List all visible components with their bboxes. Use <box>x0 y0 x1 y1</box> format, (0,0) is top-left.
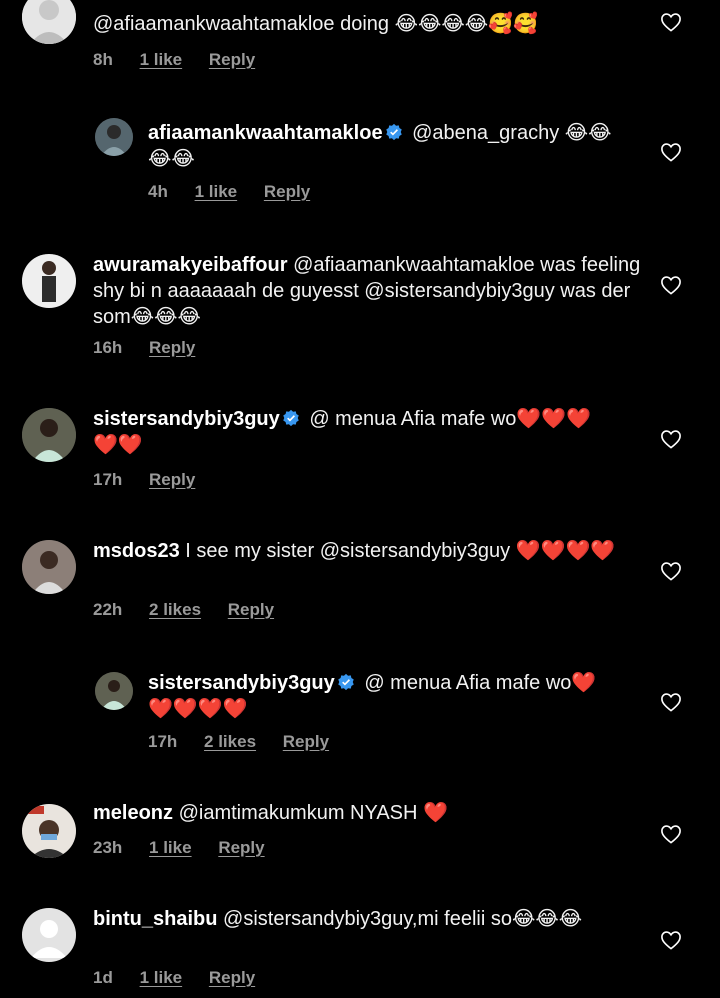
username[interactable]: sistersandybiy3guy <box>148 672 335 694</box>
likes-count[interactable]: 1 like <box>149 838 192 857</box>
reply-button[interactable]: Reply <box>218 838 264 857</box>
heart-icon[interactable] <box>660 692 682 712</box>
comment-meta: 17h Reply <box>93 470 217 490</box>
comment-text: afiaamankwaahtamakloe @abena_grachy 😂😂😂😂 <box>148 120 628 172</box>
comment-meta: 16h Reply <box>93 338 217 358</box>
comment-time: 17h <box>93 470 123 489</box>
comment-text: sistersandybiy3guy @ menua Afia mafe wo❤… <box>148 670 618 722</box>
comment-body: @afiaamankwaahtamakloe doing 😂😂😂😂🥰🥰 <box>93 13 538 35</box>
heart-icon[interactable] <box>660 561 682 581</box>
comment-time: 1d <box>93 968 113 987</box>
username[interactable]: meleonz <box>93 802 173 824</box>
comment-meta: 22h 2 likes Reply <box>93 600 296 620</box>
avatar[interactable] <box>22 908 76 962</box>
avatar[interactable] <box>22 254 76 308</box>
comment-meta: 8h 1 like Reply <box>93 50 277 70</box>
verified-badge-icon <box>283 409 299 427</box>
comment-time: 8h <box>93 50 113 69</box>
heart-icon[interactable] <box>660 12 682 32</box>
avatar[interactable] <box>95 672 133 710</box>
verified-badge-icon <box>338 673 354 691</box>
heart-icon[interactable] <box>660 429 682 449</box>
comment-time: 23h <box>93 838 123 857</box>
comment-text: meleonz @iamtimakumkum NYASH ❤️ <box>93 800 653 826</box>
heart-icon[interactable] <box>660 824 682 844</box>
likes-count[interactable]: 1 like <box>195 182 238 201</box>
username[interactable]: sistersandybiy3guy <box>93 408 280 430</box>
likes-count[interactable]: 1 like <box>140 50 183 69</box>
reply-button[interactable]: Reply <box>283 732 329 751</box>
verified-badge-icon <box>385 123 402 141</box>
username[interactable]: awuramakyeibaffour <box>93 254 288 276</box>
reply-button[interactable]: Reply <box>264 182 310 201</box>
comment-meta: 4h 1 like Reply <box>148 182 332 202</box>
heart-icon[interactable] <box>660 275 682 295</box>
reply-button[interactable]: Reply <box>209 50 255 69</box>
reply-button[interactable]: Reply <box>228 600 274 619</box>
avatar[interactable] <box>95 118 133 156</box>
username[interactable]: bintu_shaibu <box>93 908 217 930</box>
reply-button[interactable]: Reply <box>209 968 255 987</box>
avatar[interactable] <box>22 804 76 858</box>
reply-button[interactable]: Reply <box>149 338 195 357</box>
heart-icon[interactable] <box>660 930 682 950</box>
comment-body: I see my sister @sistersandybiy3guy ❤️❤️… <box>185 540 616 562</box>
likes-count[interactable]: 1 like <box>140 968 183 987</box>
avatar[interactable] <box>22 408 76 462</box>
comment-text: sistersandybiy3guy @ menua Afia mafe wo❤… <box>93 406 613 458</box>
comment-time: 22h <box>93 600 123 619</box>
comment-meta: 23h 1 like Reply <box>93 838 287 858</box>
avatar[interactable] <box>22 0 76 44</box>
username[interactable]: afiaamankwaahtamakloe <box>148 122 383 144</box>
avatar[interactable] <box>22 540 76 594</box>
comment-time: 4h <box>148 182 168 201</box>
comment-time: 16h <box>93 338 123 357</box>
likes-count[interactable]: 2 likes <box>204 732 256 751</box>
comment-text: @afiaamankwaahtamakloe doing 😂😂😂😂🥰🥰 <box>93 11 653 37</box>
comment-meta: 17h 2 likes Reply <box>148 732 351 752</box>
comment-body: @sistersandybiy3guy,mi feelii so😂😂😂 <box>223 908 583 930</box>
comment-time: 17h <box>148 732 178 751</box>
comment-text: bintu_shaibu @sistersandybiy3guy,mi feel… <box>93 906 623 932</box>
likes-count[interactable]: 2 likes <box>149 600 201 619</box>
comment-text: awuramakyeibaffour @afiaamankwaahtamaklo… <box>93 252 653 330</box>
username[interactable]: msdos23 <box>93 540 180 562</box>
comment-meta: 1d 1 like Reply <box>93 968 277 988</box>
reply-button[interactable]: Reply <box>149 470 195 489</box>
comment-text: msdos23 I see my sister @sistersandybiy3… <box>93 538 623 564</box>
heart-icon[interactable] <box>660 142 682 162</box>
comment-body: @iamtimakumkum NYASH ❤️ <box>178 802 448 824</box>
